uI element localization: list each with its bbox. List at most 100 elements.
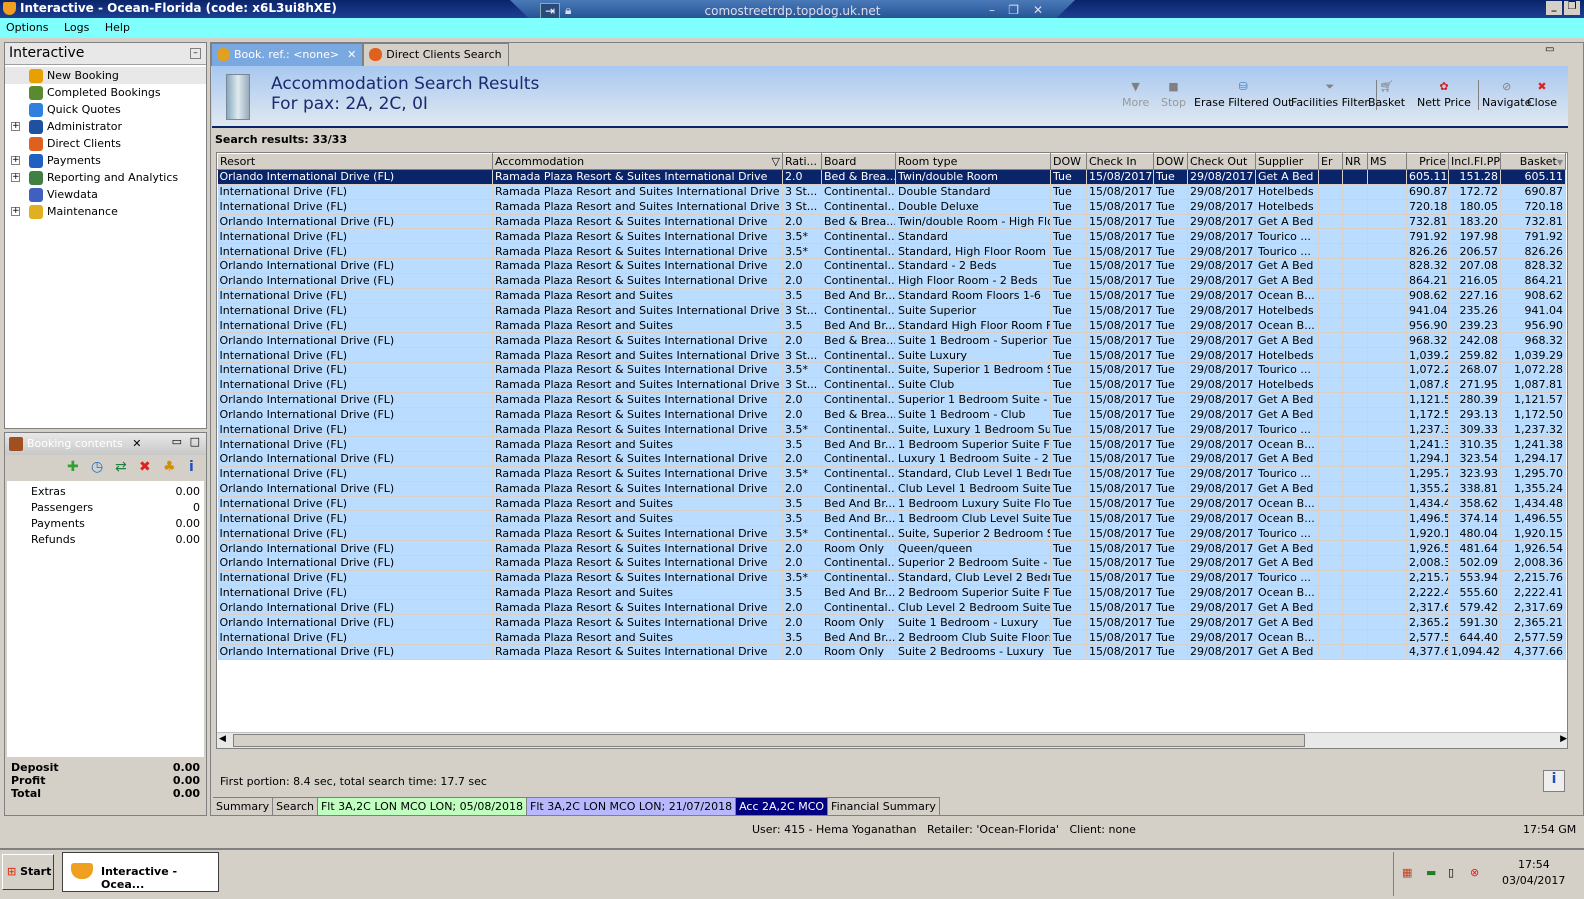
rdp-minimize-button[interactable]: – bbox=[989, 3, 995, 17]
nav-item-maintenance[interactable]: + Maintenance bbox=[5, 203, 206, 220]
main-minimize-button[interactable]: ▭ bbox=[1545, 44, 1554, 55]
clock-icon[interactable]: ◷ bbox=[91, 459, 103, 475]
lock-icon[interactable]: 🔒︎ bbox=[565, 3, 571, 18]
table-row[interactable]: International Drive (FL) Ramada Plaza Res… bbox=[217, 288, 1566, 304]
table-row[interactable]: International Drive (FL) Ramada Plaza Res… bbox=[217, 466, 1566, 482]
table-row[interactable]: International Drive (FL) Ramada Plaza Res… bbox=[217, 362, 1566, 378]
table-row[interactable]: Orlando International Drive (FL) Ramada P… bbox=[217, 214, 1566, 230]
nav-item-quick-quotes[interactable]: Quick Quotes bbox=[5, 101, 206, 118]
close-button[interactable]: ✖ Close bbox=[1527, 80, 1557, 109]
table-row[interactable]: International Drive (FL) Ramada Plaza Res… bbox=[217, 510, 1566, 527]
results-grid[interactable]: Resort Accommodation ▽ Rati... Board Room typ… bbox=[216, 152, 1568, 749]
table-row[interactable]: International Drive (FL) Ramada Plaza Res… bbox=[217, 436, 1566, 453]
erase-filtered-out-button[interactable]: ⛁ Erase Filtered Out bbox=[1194, 80, 1292, 109]
table-row[interactable]: Orlando International Drive (FL) Ramada P… bbox=[217, 258, 1566, 274]
nav-item-reporting-and-analytics[interactable]: + Reporting and Analytics bbox=[5, 169, 206, 186]
table-row[interactable]: International Drive (FL) Ramada Plaza Res… bbox=[217, 421, 1566, 438]
rdp-close-button[interactable]: ✕ bbox=[1033, 3, 1043, 17]
column-header-15[interactable]: Basket▼ bbox=[1500, 153, 1566, 170]
menu-options[interactable]: Options bbox=[6, 21, 48, 34]
rdp-restore-button[interactable]: ❐ bbox=[1008, 3, 1019, 17]
table-row[interactable]: Orlando International Drive (FL) Ramada P… bbox=[217, 273, 1566, 289]
column-header-12[interactable]: MS bbox=[1367, 153, 1407, 170]
pin-icon[interactable]: ⇥ bbox=[540, 3, 561, 19]
table-row[interactable]: International Drive (FL) Ramada Plaza Res… bbox=[217, 525, 1566, 542]
filter-icon[interactable]: ▽ bbox=[772, 155, 780, 168]
booking-close-icon[interactable]: ✕ bbox=[132, 437, 141, 450]
tray-network-icon[interactable]: ▬ bbox=[1426, 866, 1436, 879]
nav-item-administrator[interactable]: + Administrator bbox=[5, 118, 206, 135]
bottom-tab-5[interactable]: Financial Summary bbox=[828, 798, 940, 815]
palm-icon[interactable]: ♣ bbox=[163, 459, 176, 475]
basket-button[interactable]: 🛒︎ Basket bbox=[1368, 80, 1405, 109]
add-icon[interactable]: ✚ bbox=[67, 459, 79, 475]
column-header-10[interactable]: Er bbox=[1318, 153, 1343, 170]
table-row[interactable]: Orlando International Drive (FL) Ramada P… bbox=[217, 540, 1566, 556]
tray-volume-muted-icon[interactable]: ⊗ bbox=[1470, 866, 1479, 879]
table-row[interactable]: International Drive (FL) Ramada Plaza Res… bbox=[217, 243, 1566, 260]
table-row[interactable]: Orlando International Drive (FL) Ramada P… bbox=[217, 555, 1566, 571]
tab-close-icon[interactable]: ✕ bbox=[347, 48, 356, 61]
nav-item-payments[interactable]: + Payments bbox=[5, 152, 206, 169]
horizontal-scrollbar[interactable]: ◀ ▶ bbox=[217, 732, 1567, 748]
info-button[interactable]: i bbox=[1543, 770, 1565, 792]
expand-icon[interactable]: + bbox=[11, 156, 20, 165]
menu-help[interactable]: Help bbox=[105, 21, 130, 34]
more-button[interactable]: ▼ More bbox=[1122, 80, 1149, 109]
bottom-tab-3[interactable]: Flt 3A,2C LON MCO LON; 21/07/2018 bbox=[527, 798, 737, 815]
column-header-5[interactable]: DOW bbox=[1050, 153, 1087, 170]
expand-icon[interactable]: + bbox=[11, 173, 20, 182]
column-header-4[interactable]: Room type bbox=[895, 153, 1051, 170]
nav-item-completed-bookings[interactable]: Completed Bookings bbox=[5, 84, 206, 101]
bottom-tab-4[interactable]: Acc 2A,2C MCO bbox=[736, 798, 829, 815]
menu-logs[interactable]: Logs bbox=[64, 21, 89, 34]
table-row[interactable]: International Drive (FL) Ramada Plaza Res… bbox=[217, 199, 1566, 215]
column-header-6[interactable]: Check In bbox=[1086, 153, 1154, 170]
table-row[interactable]: International Drive (FL) Ramada Plaza Res… bbox=[217, 228, 1566, 245]
table-row[interactable]: International Drive (FL) Ramada Plaza Res… bbox=[217, 496, 1566, 512]
stop-button[interactable]: ■ Stop bbox=[1161, 80, 1186, 109]
table-row[interactable]: International Drive (FL) Ramada Plaza Res… bbox=[217, 629, 1566, 645]
sort-icon[interactable]: ▼ bbox=[1557, 158, 1563, 167]
table-row[interactable]: International Drive (FL) Ramada Plaza Res… bbox=[217, 585, 1566, 601]
table-row[interactable]: Orlando International Drive (FL) Ramada P… bbox=[217, 614, 1566, 631]
table-row[interactable]: Orlando International Drive (FL) Ramada P… bbox=[217, 644, 1566, 660]
transfer-icon[interactable]: ⇄ bbox=[115, 459, 127, 475]
table-row[interactable]: Orlando International Drive (FL) Ramada P… bbox=[217, 599, 1566, 616]
column-header-7[interactable]: DOW bbox=[1153, 153, 1188, 170]
info-icon[interactable]: i bbox=[189, 459, 194, 475]
collapse-button[interactable]: – bbox=[190, 48, 201, 59]
booking-minimize-button[interactable]: ▭ bbox=[172, 435, 182, 448]
tray-app-icon[interactable]: ▦ bbox=[1402, 866, 1412, 879]
minimize-button[interactable]: _ bbox=[1546, 1, 1562, 15]
table-row[interactable]: Orlando International Drive (FL) Ramada P… bbox=[217, 169, 1566, 185]
column-header-11[interactable]: NR bbox=[1342, 153, 1368, 170]
column-header-3[interactable]: Board bbox=[821, 153, 896, 170]
nav-item-direct-clients[interactable]: Direct Clients bbox=[5, 135, 206, 152]
booking-maximize-button[interactable]: □ bbox=[190, 435, 200, 448]
navigate-button[interactable]: ⊘ Navigate bbox=[1482, 80, 1531, 109]
table-row[interactable]: Orlando International Drive (FL) Ramada P… bbox=[217, 332, 1566, 349]
expand-icon[interactable]: + bbox=[11, 207, 20, 216]
nav-item-viewdata[interactable]: Viewdata bbox=[5, 186, 206, 203]
restore-button[interactable]: ❐ bbox=[1564, 1, 1580, 15]
column-header-14[interactable]: Incl.Fl.PP bbox=[1448, 153, 1501, 170]
delete-icon[interactable]: ✖ bbox=[139, 459, 151, 475]
scrollbar-thumb[interactable] bbox=[233, 734, 1305, 747]
table-row[interactable]: International Drive (FL) Ramada Plaza Res… bbox=[217, 184, 1566, 200]
scroll-right-button[interactable]: ▶ bbox=[1560, 734, 1567, 744]
table-row[interactable]: International Drive (FL) Ramada Plaza Res… bbox=[217, 570, 1566, 586]
tray-device-icon[interactable]: ▯ bbox=[1448, 866, 1454, 879]
facilities-filter-button[interactable]: ⏷ Facilities Filter bbox=[1291, 80, 1377, 110]
bottom-tab-0[interactable]: Summary bbox=[213, 798, 274, 815]
tab-0[interactable]: Book. ref.: <none> ✕ bbox=[211, 43, 364, 66]
table-row[interactable]: International Drive (FL) Ramada Plaza Res… bbox=[217, 317, 1566, 334]
column-header-8[interactable]: Check Out bbox=[1187, 153, 1256, 170]
tab-1[interactable]: Direct Clients Search bbox=[363, 43, 510, 66]
table-row[interactable]: International Drive (FL) Ramada Plaza Res… bbox=[217, 303, 1566, 319]
column-header-9[interactable]: Supplier bbox=[1255, 153, 1319, 170]
bottom-tab-2[interactable]: Flt 3A,2C LON MCO LON; 05/08/2018 bbox=[317, 798, 528, 815]
column-header-2[interactable]: Rati... bbox=[782, 153, 822, 170]
taskbar-app-button[interactable]: Interactive - Ocea... bbox=[62, 852, 219, 892]
table-row[interactable]: International Drive (FL) Ramada Plaza Res… bbox=[217, 377, 1566, 393]
